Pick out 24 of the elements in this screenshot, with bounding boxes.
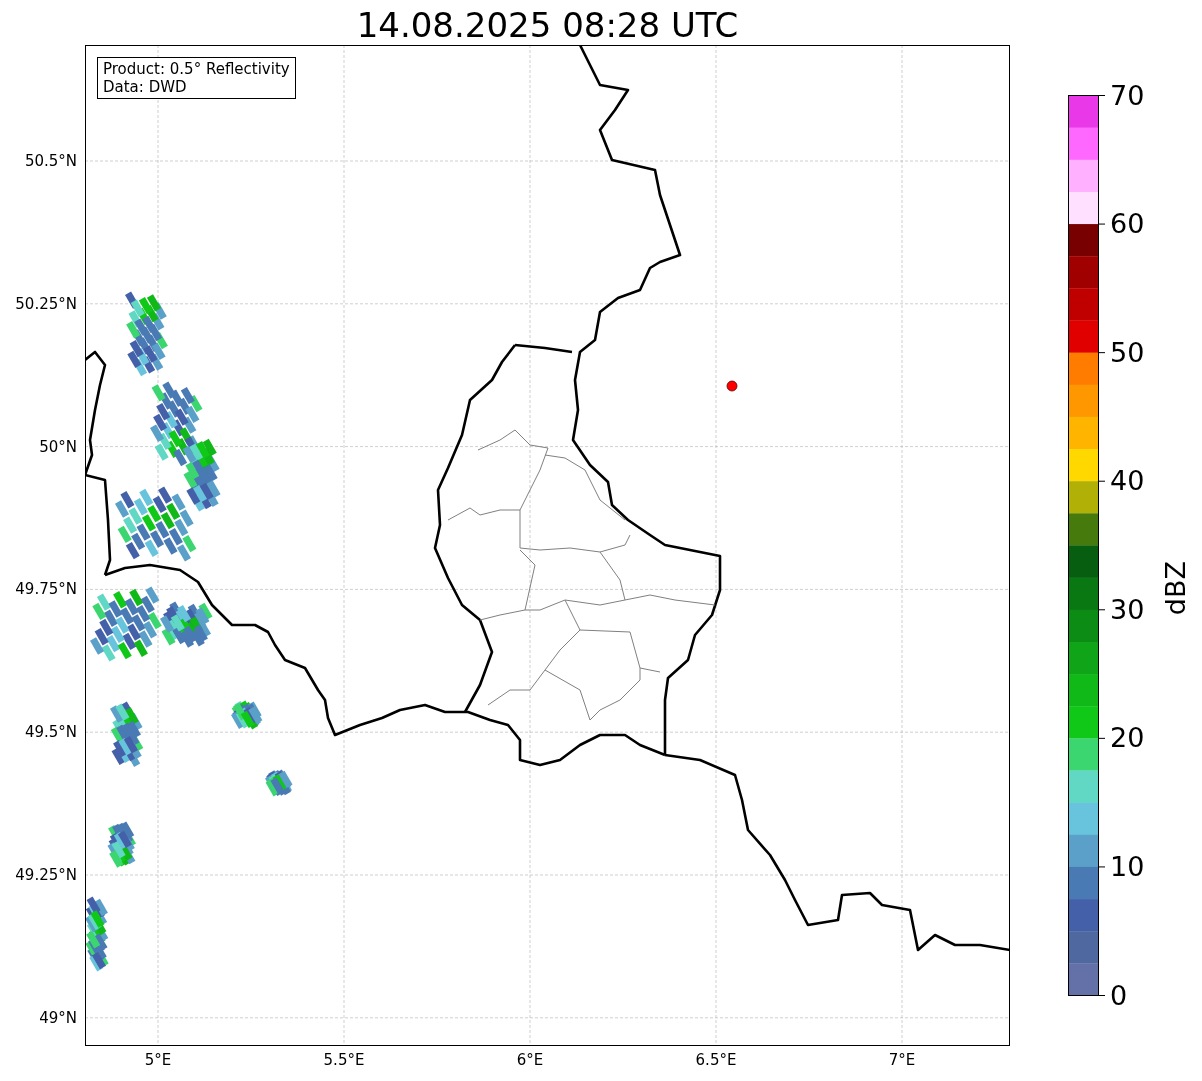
colorbar-tick-label: 20 <box>1110 722 1145 755</box>
info-text: Data: DWD <box>103 78 188 96</box>
colorbar-tick-label: 50 <box>1110 336 1145 369</box>
colorbar-tick-label: 40 <box>1110 465 1145 498</box>
colorbar-tick-label: 60 <box>1110 208 1145 241</box>
longitude-label: 6.5°E <box>695 1051 737 1069</box>
latitude-label: 49.5°N <box>24 723 77 742</box>
longitude-label: 7°E <box>888 1051 916 1069</box>
latitude-label: 50°N <box>39 437 77 456</box>
latitude-label: 50.25°N <box>15 294 77 313</box>
longitude-label: 5.5°E <box>323 1051 365 1069</box>
latitude-label: 49°N <box>39 1008 77 1027</box>
longitude-label: 5°E <box>144 1051 172 1069</box>
chart-title: 14.08.2025 08:28 UTC <box>355 5 740 45</box>
colorbar-axis-label: dBZ <box>1160 560 1191 616</box>
longitude-label: 6°E <box>516 1051 544 1069</box>
latitude-label: 49.25°N <box>15 866 77 884</box>
info-text: Product: 0.5° Reflectivity <box>103 60 290 78</box>
latitude-label: 49.75°N <box>15 580 77 599</box>
colorbar-tick-label: 30 <box>1110 593 1145 626</box>
colorbar-tick-label: 10 <box>1110 850 1145 883</box>
latitude-label: 50.5°N <box>24 152 77 170</box>
colorbar-tick-label: 70 <box>1110 79 1145 112</box>
colorbar-tick-label: 0 <box>1110 979 1128 1012</box>
